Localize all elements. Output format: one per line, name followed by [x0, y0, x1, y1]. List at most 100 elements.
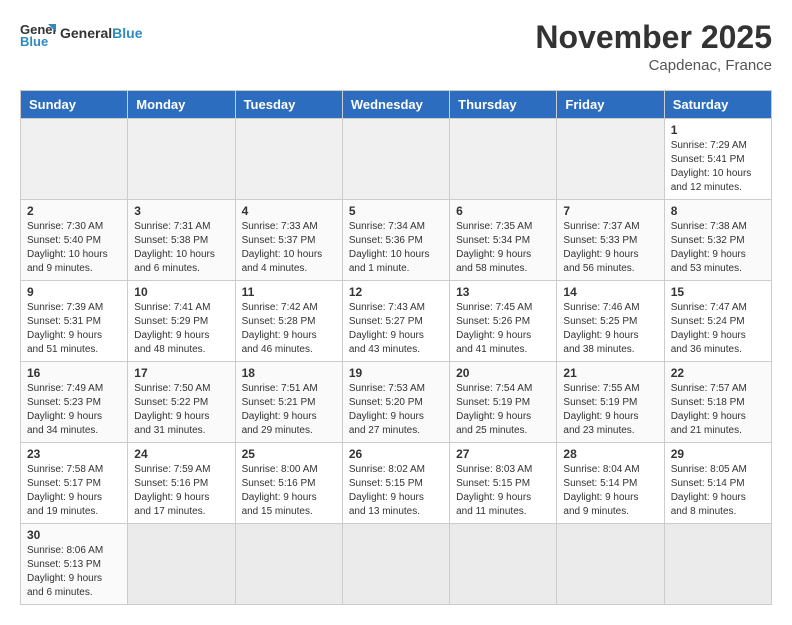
day-info: Sunrise: 7:41 AMSunset: 5:29 PMDaylight:… [134, 301, 228, 357]
day-info: Sunrise: 7:39 AMSunset: 5:31 PMDaylight:… [27, 301, 121, 357]
calendar-header-row: SundayMondayTuesdayWednesdayThursdayFrid… [21, 91, 772, 119]
day-info: Sunrise: 7:29 AMSunset: 5:41 PMDaylight:… [671, 139, 765, 195]
day-number: 7 [563, 204, 657, 218]
day-number: 16 [27, 366, 121, 380]
calendar-day [557, 119, 664, 200]
title-block: November 2025 Capdenac, France [535, 20, 772, 74]
logo: General Blue GeneralBlue [20, 20, 142, 48]
calendar-day: 15Sunrise: 7:47 AMSunset: 5:24 PMDayligh… [664, 281, 771, 362]
day-number: 24 [134, 447, 228, 461]
calendar-day: 16Sunrise: 7:49 AMSunset: 5:23 PMDayligh… [21, 362, 128, 443]
calendar-day: 1 Sunrise: 7:29 AMSunset: 5:41 PMDaylight… [664, 119, 771, 200]
calendar-table: SundayMondayTuesdayWednesdayThursdayFrid… [20, 90, 772, 605]
day-header-saturday: Saturday [664, 91, 771, 119]
calendar-day: 11 Sunrise: 7:42 AMSunset: 5:28 PMDayligh… [235, 281, 342, 362]
day-info: Sunrise: 7:50 AMSunset: 5:22 PMDaylight:… [134, 382, 228, 438]
day-info: Sunrise: 7:46 AMSunset: 5:25 PMDaylight:… [563, 301, 657, 357]
day-number: 22 [671, 366, 765, 380]
day-number: 20 [456, 366, 550, 380]
calendar-day: 2 Sunrise: 7:30 AMSunset: 5:40 PMDaylight… [21, 200, 128, 281]
calendar-day: 28 Sunrise: 8:04 AMSunset: 5:14 PMDayligh… [557, 443, 664, 524]
calendar-day [21, 119, 128, 200]
day-info: Sunrise: 8:04 AMSunset: 5:14 PMDaylight:… [563, 463, 657, 519]
day-number: 9 [27, 285, 121, 299]
day-number: 6 [456, 204, 550, 218]
calendar-day [450, 524, 557, 605]
calendar-week-2: 2 Sunrise: 7:30 AMSunset: 5:40 PMDaylight… [21, 200, 772, 281]
day-info: Sunrise: 7:31 AMSunset: 5:38 PMDaylight:… [134, 220, 228, 276]
calendar-day: 27Sunrise: 8:03 AMSunset: 5:15 PMDayligh… [450, 443, 557, 524]
day-info: Sunrise: 8:00 AMSunset: 5:16 PMDaylight:… [242, 463, 336, 519]
day-info: Sunrise: 8:05 AMSunset: 5:14 PMDaylight:… [671, 463, 765, 519]
calendar-day: 26 Sunrise: 8:02 AMSunset: 5:15 PMDayligh… [342, 443, 449, 524]
day-info: Sunrise: 7:30 AMSunset: 5:40 PMDaylight:… [27, 220, 121, 276]
day-number: 28 [563, 447, 657, 461]
day-number: 4 [242, 204, 336, 218]
svg-text:Blue: Blue [20, 34, 48, 48]
day-info: Sunrise: 7:42 AMSunset: 5:28 PMDaylight:… [242, 301, 336, 357]
day-number: 23 [27, 447, 121, 461]
day-info: Sunrise: 7:38 AMSunset: 5:32 PMDaylight:… [671, 220, 765, 276]
day-number: 26 [349, 447, 443, 461]
calendar-day: 3Sunrise: 7:31 AMSunset: 5:38 PMDaylight… [128, 200, 235, 281]
day-number: 12 [349, 285, 443, 299]
day-info: Sunrise: 7:35 AMSunset: 5:34 PMDaylight:… [456, 220, 550, 276]
day-info: Sunrise: 7:55 AMSunset: 5:19 PMDaylight:… [563, 382, 657, 438]
calendar-day [235, 524, 342, 605]
calendar-day: 13Sunrise: 7:45 AMSunset: 5:26 PMDayligh… [450, 281, 557, 362]
day-number: 14 [563, 285, 657, 299]
calendar-day: 5Sunrise: 7:34 AMSunset: 5:36 PMDaylight… [342, 200, 449, 281]
day-number: 29 [671, 447, 765, 461]
calendar-day: 19Sunrise: 7:53 AMSunset: 5:20 PMDayligh… [342, 362, 449, 443]
calendar-day: 6 Sunrise: 7:35 AMSunset: 5:34 PMDaylight… [450, 200, 557, 281]
day-header-thursday: Thursday [450, 91, 557, 119]
month-year: November 2025 [535, 20, 772, 55]
calendar-day: 18Sunrise: 7:51 AMSunset: 5:21 PMDayligh… [235, 362, 342, 443]
day-info: Sunrise: 7:33 AMSunset: 5:37 PMDaylight:… [242, 220, 336, 276]
calendar-day: 24 Sunrise: 7:59 AMSunset: 5:16 PMDayligh… [128, 443, 235, 524]
day-number: 1 [671, 123, 765, 137]
calendar-day [450, 119, 557, 200]
calendar-day: 22Sunrise: 7:57 AMSunset: 5:18 PMDayligh… [664, 362, 771, 443]
day-number: 15 [671, 285, 765, 299]
day-number: 21 [563, 366, 657, 380]
day-info: Sunrise: 7:37 AMSunset: 5:33 PMDaylight:… [563, 220, 657, 276]
day-number: 13 [456, 285, 550, 299]
logo-text: GeneralBlue [60, 26, 142, 41]
calendar-day: 14 Sunrise: 7:46 AMSunset: 5:25 PMDayligh… [557, 281, 664, 362]
day-number: 8 [671, 204, 765, 218]
day-info: Sunrise: 7:43 AMSunset: 5:27 PMDaylight:… [349, 301, 443, 357]
day-number: 11 [242, 285, 336, 299]
calendar-day [342, 524, 449, 605]
day-info: Sunrise: 7:54 AMSunset: 5:19 PMDaylight:… [456, 382, 550, 438]
calendar-day: 30 Sunrise: 8:06 AMSunset: 5:13 PMDayligh… [21, 524, 128, 605]
calendar-week-1: 1 Sunrise: 7:29 AMSunset: 5:41 PMDaylight… [21, 119, 772, 200]
day-number: 18 [242, 366, 336, 380]
calendar-day: 29 Sunrise: 8:05 AMSunset: 5:14 PMDayligh… [664, 443, 771, 524]
day-number: 2 [27, 204, 121, 218]
calendar-day: 10 Sunrise: 7:41 AMSunset: 5:29 PMDayligh… [128, 281, 235, 362]
calendar-week-5: 23 Sunrise: 7:58 AMSunset: 5:17 PMDayligh… [21, 443, 772, 524]
calendar-day: 12 Sunrise: 7:43 AMSunset: 5:27 PMDayligh… [342, 281, 449, 362]
calendar-day [557, 524, 664, 605]
day-number: 30 [27, 528, 121, 542]
calendar-week-6: 30 Sunrise: 8:06 AMSunset: 5:13 PMDayligh… [21, 524, 772, 605]
day-number: 10 [134, 285, 228, 299]
day-info: Sunrise: 8:06 AMSunset: 5:13 PMDaylight:… [27, 544, 121, 600]
calendar-day [128, 524, 235, 605]
day-info: Sunrise: 8:02 AMSunset: 5:15 PMDaylight:… [349, 463, 443, 519]
day-number: 19 [349, 366, 443, 380]
day-info: Sunrise: 7:34 AMSunset: 5:36 PMDaylight:… [349, 220, 443, 276]
day-info: Sunrise: 7:59 AMSunset: 5:16 PMDaylight:… [134, 463, 228, 519]
day-header-sunday: Sunday [21, 91, 128, 119]
calendar-day: 9 Sunrise: 7:39 AMSunset: 5:31 PMDaylight… [21, 281, 128, 362]
day-header-tuesday: Tuesday [235, 91, 342, 119]
day-info: Sunrise: 8:03 AMSunset: 5:15 PMDaylight:… [456, 463, 550, 519]
day-info: Sunrise: 7:58 AMSunset: 5:17 PMDaylight:… [27, 463, 121, 519]
page-header: General Blue GeneralBlue November 2025 C… [20, 20, 772, 74]
calendar-day [664, 524, 771, 605]
calendar-day [128, 119, 235, 200]
calendar-day: 8 Sunrise: 7:38 AMSunset: 5:32 PMDaylight… [664, 200, 771, 281]
day-number: 17 [134, 366, 228, 380]
calendar-day: 7 Sunrise: 7:37 AMSunset: 5:33 PMDaylight… [557, 200, 664, 281]
